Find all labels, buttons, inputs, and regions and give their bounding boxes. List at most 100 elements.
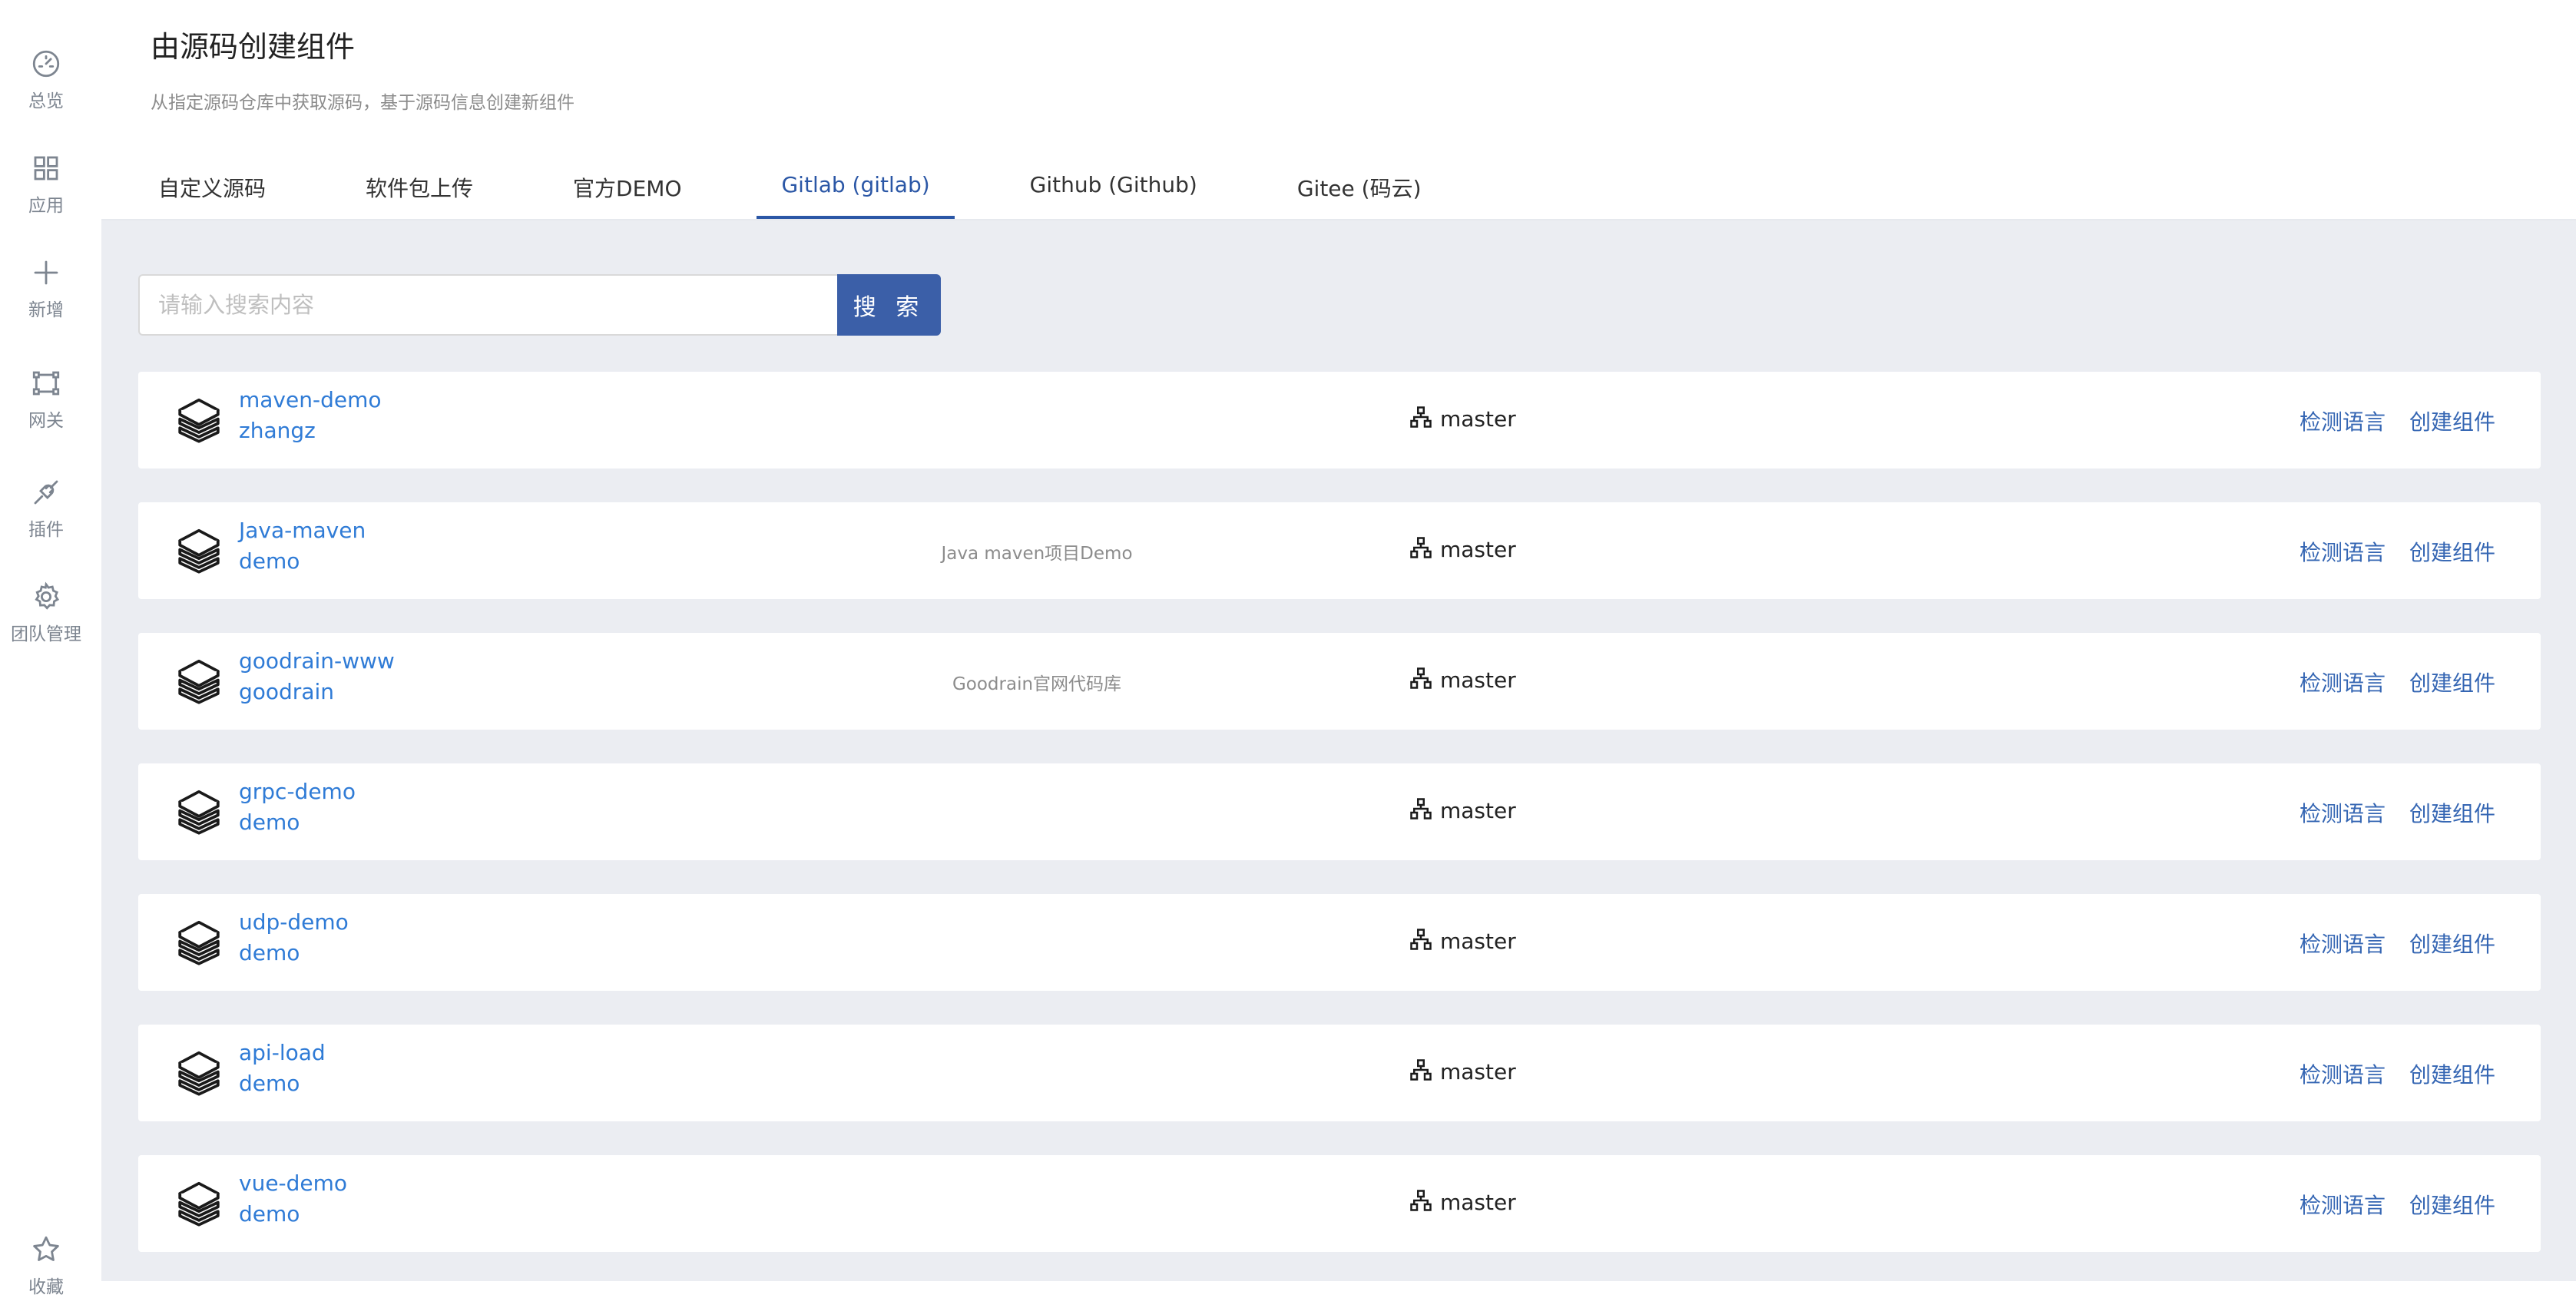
repo-name-link[interactable]: udp-demo <box>239 909 349 935</box>
search-button[interactable]: 搜 索 <box>837 274 941 336</box>
layers-icon <box>172 524 226 578</box>
page-title: 由源码创建组件 <box>151 30 356 64</box>
branch-label: master <box>1440 797 1516 823</box>
repo-name-link[interactable]: vue-demo <box>239 1171 347 1196</box>
sidebar-item-team-management[interactable]: 团队管理 <box>0 581 92 645</box>
repo-name-link[interactable]: Java-maven <box>239 518 366 543</box>
star-icon <box>30 1233 62 1269</box>
repo-branch: master <box>1409 406 1516 432</box>
sidebar-item-apps[interactable]: 应用 <box>0 152 92 217</box>
create-component-link[interactable]: 创建组件 <box>2409 928 2495 959</box>
sidebar-item-label: 团队管理 <box>11 624 81 644</box>
repo-owner-link[interactable]: demo <box>239 1071 300 1096</box>
layers-icon <box>172 916 226 969</box>
repo-row: udp-demo demo master 检测语言 创建组件 <box>138 894 2541 991</box>
sidebar-item-label: 新增 <box>28 300 64 320</box>
detect-language-link[interactable]: 检测语言 <box>2300 1189 2386 1220</box>
detect-language-link[interactable]: 检测语言 <box>2300 797 2386 828</box>
repo-branch: master <box>1409 667 1516 693</box>
tab-official-demo[interactable]: 官方DEMO <box>548 161 706 217</box>
branch-icon <box>1409 797 1440 823</box>
repo-name-link[interactable]: grpc-demo <box>239 779 356 804</box>
create-component-link[interactable]: 创建组件 <box>2409 1058 2495 1089</box>
dashboard-icon <box>30 48 62 83</box>
repo-name-link[interactable]: goodrain-www <box>239 648 395 674</box>
sidebar-item-add[interactable]: 新增 <box>0 257 92 321</box>
branch-label: master <box>1440 536 1516 562</box>
plus-icon <box>30 257 62 292</box>
repo-row: grpc-demo demo master 检测语言 创建组件 <box>138 763 2541 860</box>
repo-description: Java maven项目Demo <box>941 544 1133 564</box>
layers-icon <box>172 393 226 447</box>
sidebar-item-overview[interactable]: 总览 <box>0 48 92 112</box>
branch-label: master <box>1440 1058 1516 1084</box>
sidebar-item-label: 收藏 <box>28 1277 64 1297</box>
detect-language-link[interactable]: 检测语言 <box>2300 406 2386 436</box>
branch-icon <box>1409 536 1440 562</box>
tab-github[interactable]: Github (Github) <box>1005 161 1222 217</box>
repo-branch: master <box>1409 1058 1516 1084</box>
repo-row: Java-maven demo Java maven项目Demo master … <box>138 502 2541 599</box>
plugin-icon <box>30 476 62 512</box>
repo-row: api-load demo master 检测语言 创建组件 <box>138 1025 2541 1121</box>
repo-row: vue-demo demo master 检测语言 创建组件 <box>138 1155 2541 1252</box>
repo-row: goodrain-www goodrain Goodrain官网代码库 mast… <box>138 633 2541 730</box>
repo-owner-link[interactable]: goodrain <box>239 679 334 704</box>
sidebar: 总览 应用 新增 网关 插件 团队管理 收藏 <box>0 0 102 1297</box>
sidebar-item-plugins[interactable]: 插件 <box>0 476 92 541</box>
repo-description: Goodrain官网代码库 <box>952 674 1122 694</box>
sidebar-item-label: 网关 <box>28 411 64 431</box>
page-header: 由源码创建组件 从指定源码仓库中获取源码，基于源码信息创建新组件 自定义源码 软… <box>101 0 2576 220</box>
sidebar-item-label: 总览 <box>28 91 64 111</box>
page-description: 从指定源码仓库中获取源码，基于源码信息创建新组件 <box>151 93 574 113</box>
detect-language-link[interactable]: 检测语言 <box>2300 928 2386 959</box>
repo-owner-link[interactable]: demo <box>239 1201 300 1227</box>
tab-custom-source[interactable]: 自定义源码 <box>134 161 290 217</box>
branch-label: master <box>1440 1189 1516 1215</box>
repo-branch: master <box>1409 797 1516 823</box>
repo-owner-link[interactable]: demo <box>239 810 300 835</box>
create-component-link[interactable]: 创建组件 <box>2409 406 2495 436</box>
sidebar-item-label: 插件 <box>28 520 64 540</box>
detect-language-link[interactable]: 检测语言 <box>2300 536 2386 567</box>
layers-icon <box>172 654 226 708</box>
repo-branch: master <box>1409 928 1516 954</box>
branch-icon <box>1409 928 1440 954</box>
repo-branch: master <box>1409 1189 1516 1215</box>
repo-owner-link[interactable]: zhangz <box>239 418 316 443</box>
layers-icon <box>172 785 226 839</box>
create-component-link[interactable]: 创建组件 <box>2409 667 2495 697</box>
repo-name-link[interactable]: api-load <box>239 1040 326 1065</box>
source-tabs: 自定义源码 软件包上传 官方DEMO Gitlab (gitlab) Githu… <box>134 161 1497 219</box>
repo-branch: master <box>1409 536 1516 562</box>
detect-language-link[interactable]: 检测语言 <box>2300 667 2386 697</box>
sidebar-item-label: 应用 <box>28 196 64 216</box>
detect-language-link[interactable]: 检测语言 <box>2300 1058 2386 1089</box>
main-content: 搜 索 maven-demo zhangz master <box>101 220 2576 1281</box>
repo-owner-link[interactable]: demo <box>239 548 300 574</box>
sidebar-item-favorites[interactable]: 收藏 <box>0 1233 92 1298</box>
create-component-link[interactable]: 创建组件 <box>2409 797 2495 828</box>
branch-label: master <box>1440 406 1516 432</box>
layers-icon <box>172 1177 226 1230</box>
tab-gitlab[interactable]: Gitlab (gitlab) <box>757 161 955 219</box>
search-bar: 搜 索 <box>138 274 941 336</box>
tab-package-upload[interactable]: 软件包上传 <box>341 161 498 217</box>
gear-icon <box>30 581 62 616</box>
branch-icon <box>1409 667 1440 693</box>
repo-owner-link[interactable]: demo <box>239 940 300 965</box>
repo-name-link[interactable]: maven-demo <box>239 387 382 412</box>
branch-label: master <box>1440 928 1516 954</box>
branch-icon <box>1409 1189 1440 1215</box>
repo-row: maven-demo zhangz master 检测语言 创建组件 <box>138 372 2541 469</box>
branch-label: master <box>1440 667 1516 693</box>
create-component-link[interactable]: 创建组件 <box>2409 1189 2495 1220</box>
create-component-link[interactable]: 创建组件 <box>2409 536 2495 567</box>
tab-gitee[interactable]: Gitee (码云) <box>1273 161 1446 217</box>
repo-list: maven-demo zhangz master 检测语言 创建组件 Java-… <box>138 372 2541 1286</box>
branch-icon <box>1409 406 1440 432</box>
apps-grid-icon <box>30 152 62 187</box>
search-input[interactable] <box>138 274 837 336</box>
layers-icon <box>172 1046 226 1100</box>
sidebar-item-gateway[interactable]: 网关 <box>0 367 92 432</box>
